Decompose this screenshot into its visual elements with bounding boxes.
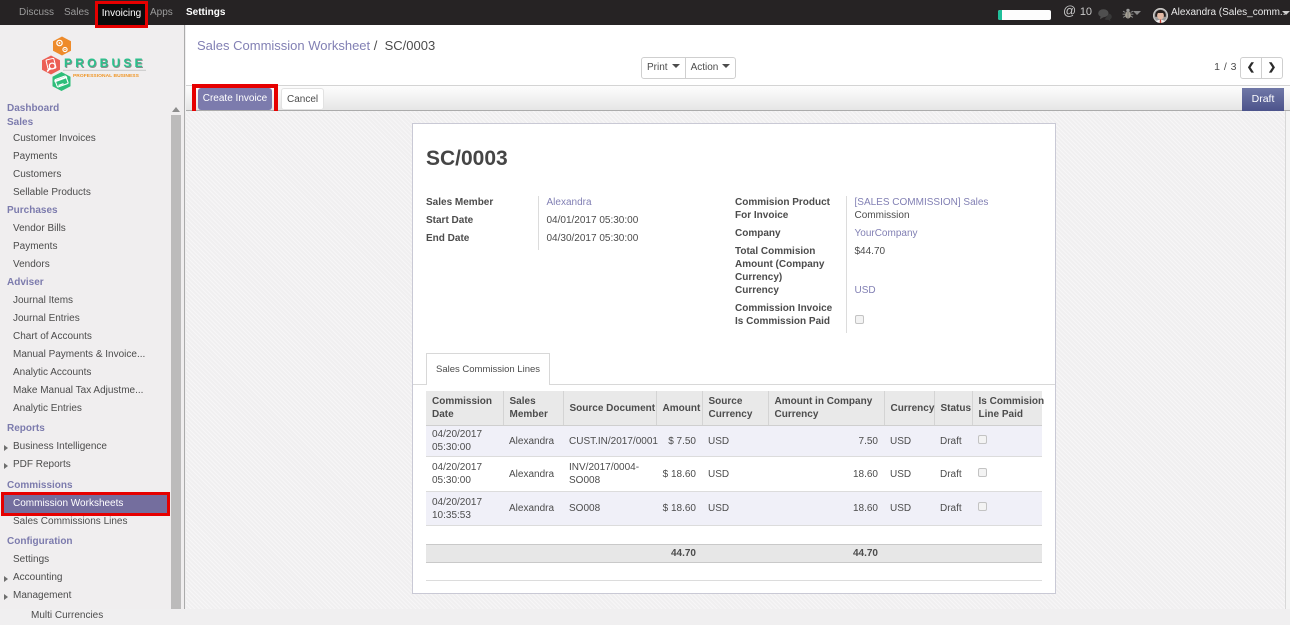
svg-text:PROFESSIONAL BUSINESS: PROFESSIONAL BUSINESS: [73, 73, 140, 79]
svg-text:PROBUSE: PROBUSE: [64, 56, 146, 70]
